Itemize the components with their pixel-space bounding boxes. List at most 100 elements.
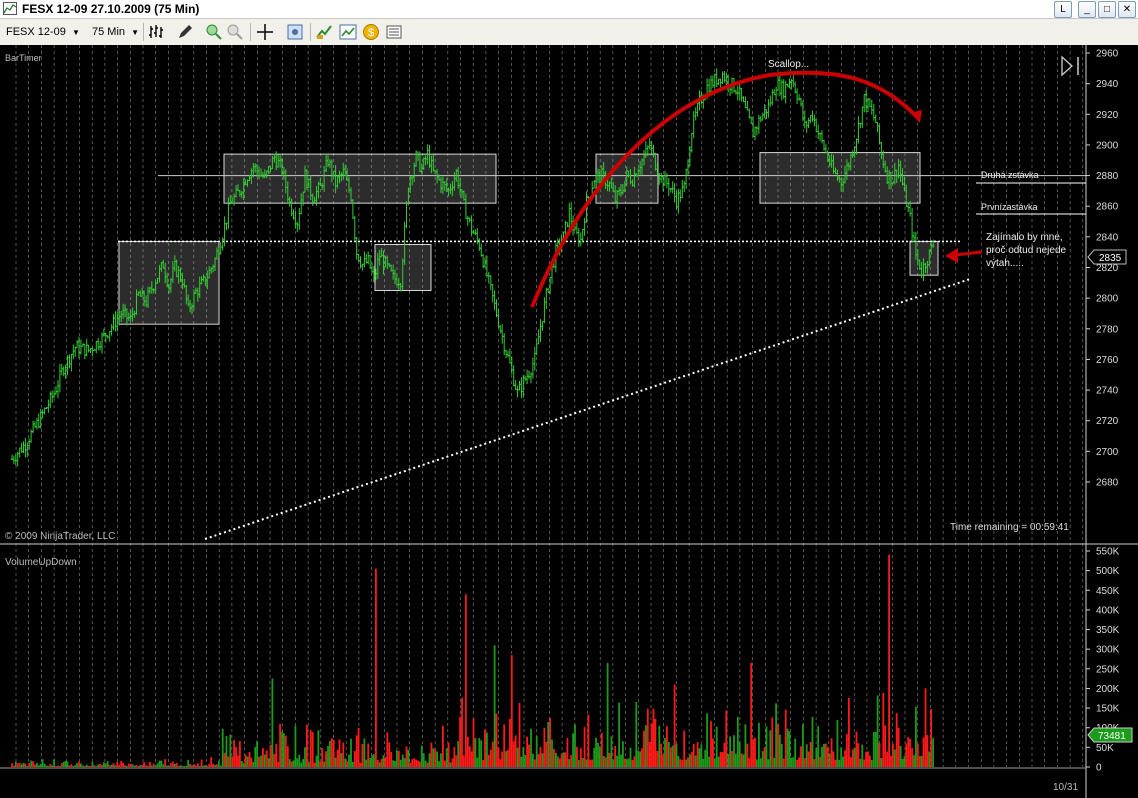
volume-bar xyxy=(555,752,557,767)
volume-bar xyxy=(484,729,486,767)
volume-bar xyxy=(64,760,67,767)
volume-bar xyxy=(719,751,722,767)
volume-bar xyxy=(227,756,230,767)
volume-bar xyxy=(780,743,783,767)
volume-bar xyxy=(905,743,908,767)
volume-bar xyxy=(359,762,362,767)
volume-bar xyxy=(262,748,264,767)
volume-bar xyxy=(738,741,741,767)
volume-bar xyxy=(149,762,151,767)
volume-panel-label: VolumeUpDown xyxy=(5,557,77,568)
volume-bar xyxy=(112,763,115,767)
volume-bar xyxy=(384,757,387,767)
chart-trader-icon[interactable]: $ xyxy=(362,23,380,41)
volume-bar xyxy=(457,741,460,767)
chart-area[interactable]: 2960 2940 2920 2900 2880 2860 2840 2820 2800 2780… xyxy=(0,45,1138,798)
volume-bar xyxy=(415,759,417,767)
volume-bar xyxy=(397,750,400,767)
instrument-selector[interactable]: FESX 12-09 ▼ xyxy=(6,24,80,40)
volume-bar xyxy=(154,765,157,767)
question-line-1: Zajímalo by mne, xyxy=(986,232,1063,243)
volume-bar xyxy=(14,761,17,767)
period-label: 75 Min xyxy=(92,26,126,38)
volume-bar xyxy=(928,751,931,767)
period-selector[interactable]: 75 Min ▼ xyxy=(92,24,139,40)
crosshair-icon[interactable] xyxy=(256,23,274,41)
indicators-icon[interactable] xyxy=(339,23,357,41)
volume-bar xyxy=(817,726,820,767)
copyright-label: © 2009 NinjaTrader, LLC xyxy=(5,531,115,542)
volume-bar xyxy=(281,731,283,767)
volume-bar xyxy=(338,739,341,767)
volume-bar xyxy=(78,761,80,767)
volume-bar xyxy=(618,702,620,767)
volume-bar xyxy=(853,748,856,767)
volume-bar xyxy=(650,723,653,767)
volume-bar xyxy=(365,759,368,767)
svg-text:$: $ xyxy=(368,27,374,39)
volume-bar xyxy=(495,713,498,767)
zoom-in-icon[interactable] xyxy=(205,23,223,41)
volume-bar xyxy=(208,764,211,767)
volume-bar xyxy=(767,759,770,767)
volume-bar xyxy=(311,732,314,767)
volume-bar xyxy=(606,662,609,767)
volume-bar xyxy=(631,760,634,767)
volume-bar xyxy=(250,757,253,767)
volume-bar xyxy=(380,758,383,767)
volume-bar xyxy=(643,730,645,767)
volume-bar xyxy=(625,759,628,767)
properties-icon[interactable] xyxy=(286,23,304,41)
volume-bar xyxy=(558,758,561,767)
volume-bar xyxy=(189,764,191,767)
volume-bar xyxy=(825,743,827,767)
volume-bar xyxy=(37,765,40,767)
volume-bar xyxy=(43,763,46,767)
volume-bar xyxy=(449,762,452,767)
chart-background xyxy=(0,45,1138,798)
minimize-button[interactable]: _ xyxy=(1078,1,1096,18)
volume-bar xyxy=(482,760,484,767)
zoom-out-icon[interactable] xyxy=(226,23,244,41)
maximize-button[interactable]: □ xyxy=(1098,1,1116,18)
volume-bar xyxy=(122,762,124,767)
volume-bar xyxy=(591,759,594,767)
volume-bar xyxy=(260,755,262,767)
volume-bar xyxy=(708,756,710,767)
volume-bar xyxy=(572,733,574,767)
volume-bar xyxy=(271,678,274,767)
close-button[interactable]: ✕ xyxy=(1118,1,1136,18)
volume-bar xyxy=(252,762,255,767)
volume-bar xyxy=(915,706,917,767)
volume-bar xyxy=(520,756,523,767)
date-axis-label: 10/31 xyxy=(1053,782,1078,793)
window-title: FESX 12-09 27.10.2009 (75 Min) xyxy=(22,2,200,16)
volume-bar xyxy=(135,765,138,767)
link-button[interactable]: L xyxy=(1054,1,1072,18)
volume-bar xyxy=(664,737,666,767)
volume-bar xyxy=(704,750,707,767)
volume-bar xyxy=(608,752,611,767)
volume-bar xyxy=(507,749,509,767)
volume-bar xyxy=(286,746,289,767)
volume-bar xyxy=(177,765,180,767)
volume-bar xyxy=(235,747,237,767)
strategies-icon[interactable] xyxy=(315,23,333,41)
volume-bar xyxy=(744,724,747,767)
volume-bar xyxy=(489,749,492,767)
data-box-icon[interactable] xyxy=(385,23,403,41)
volume-bar xyxy=(275,743,278,767)
volume-bar xyxy=(97,764,100,767)
volume-bar xyxy=(95,766,98,767)
draw-tool-icon[interactable] xyxy=(176,23,194,41)
volume-axis-label: 300K xyxy=(1096,645,1120,656)
volume-bar xyxy=(459,717,461,767)
volume-bar xyxy=(179,765,182,767)
volume-bar xyxy=(834,759,837,767)
bar-style-icon[interactable] xyxy=(148,23,166,41)
question-line-3: výtah..... xyxy=(986,258,1024,269)
volume-bar xyxy=(321,748,324,767)
volume-bar xyxy=(587,714,590,767)
volume-bar xyxy=(700,744,703,767)
chart-toolbar: FESX 12-09 ▼ 75 Min ▼ $ xyxy=(0,19,1138,46)
